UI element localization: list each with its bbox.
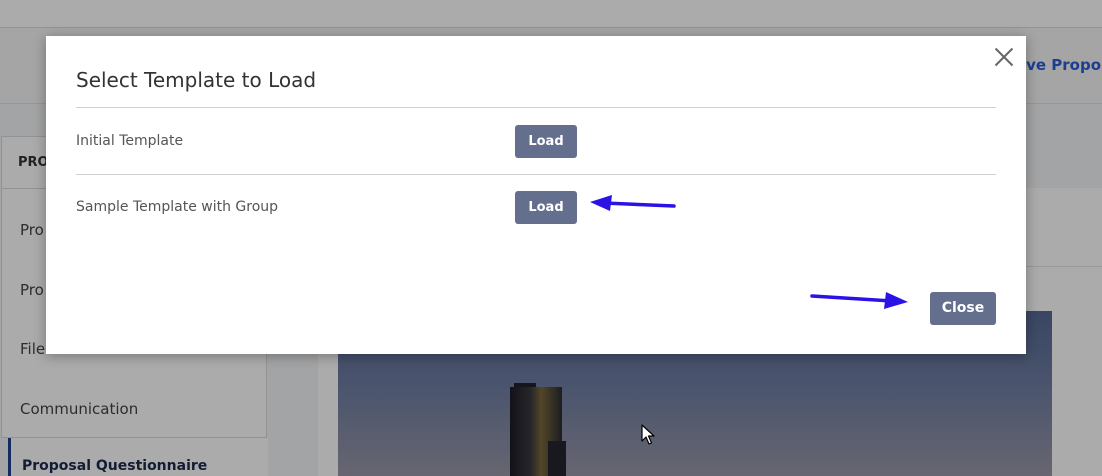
dialog-title: Select Template to Load (76, 68, 317, 92)
annotation-arrow-load (590, 195, 676, 211)
template-name-initial: Initial Template (76, 133, 184, 149)
load-sample-template-button[interactable]: Load (515, 191, 577, 224)
close-icon[interactable] (992, 45, 1016, 69)
load-initial-template-button[interactable]: Load (515, 125, 577, 158)
close-button[interactable]: Close (930, 292, 996, 325)
annotation-arrow-close (810, 292, 908, 309)
row-divider (76, 174, 996, 175)
mouse-pointer-icon (641, 424, 655, 445)
template-name-sample-group: Sample Template with Group (76, 199, 279, 215)
dialog-title-divider (76, 107, 996, 108)
